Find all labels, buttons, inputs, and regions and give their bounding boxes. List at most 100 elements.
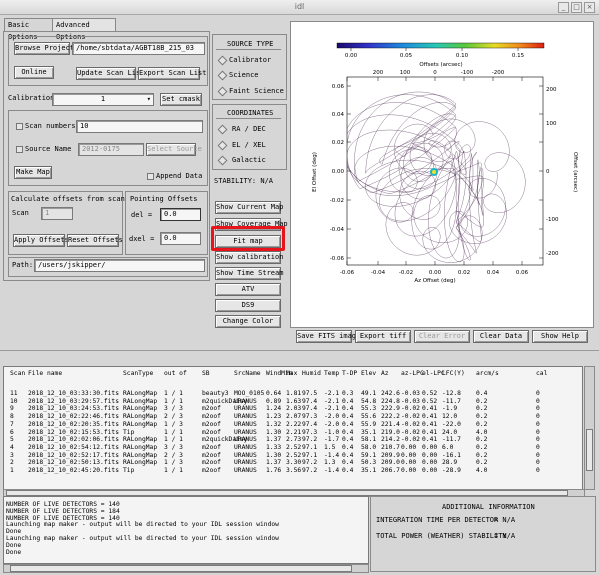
column-header[interactable]: Temp: [324, 370, 339, 377]
column-header[interactable]: cal: [536, 370, 547, 377]
table-row[interactable]: 4 2018_12_10_02:54:12.fits RALongMap 3 / 3 m…: [4, 444, 582, 452]
reset-offsets-button[interactable]: Reset Offsets: [67, 234, 123, 247]
path-input[interactable]: /users/jskipper/: [34, 259, 205, 272]
tab-advanced-options[interactable]: Advanced Options: [52, 18, 116, 41]
ds9-button[interactable]: DS9: [215, 299, 281, 312]
export-tiff-button[interactable]: Export tiff: [355, 330, 411, 343]
column-header[interactable]: LFC(Y): [442, 370, 465, 377]
save-fits-image-button[interactable]: Save FITS image: [296, 330, 360, 343]
table-cell: 0.41: [422, 405, 438, 413]
table-row[interactable]: 10 2018_12_10_03:29:57.fits RALongMap 1 / 1…: [4, 398, 582, 406]
atv-button[interactable]: ATV: [215, 283, 281, 296]
online-button[interactable]: Online: [14, 66, 54, 79]
source-name-input[interactable]: 2012-0175: [78, 143, 144, 156]
table-cell: 2.07: [286, 413, 302, 421]
column-header[interactable]: Elev: [361, 370, 376, 377]
log-horizontal-scrollbar[interactable]: [3, 564, 369, 573]
table-row[interactable]: 5 2018_12_10_02:02:06.fits RALongMap 1 / 1m…: [4, 436, 582, 444]
clear-error-button[interactable]: Clear Error: [414, 330, 470, 343]
column-header[interactable]: File name: [28, 370, 62, 377]
table-cell: 2018_12_10_02:54:12.fits: [28, 443, 119, 451]
table-cell: 0.4: [342, 467, 354, 474]
column-header[interactable]: SrcName: [234, 370, 261, 377]
make-map-button[interactable]: Make Map: [14, 166, 52, 179]
table-cell: beauty3: [202, 390, 229, 397]
divider: [216, 49, 281, 50]
table-cell: 1 / 1: [164, 428, 183, 436]
scan-numbers-label: Scan numbers: [25, 122, 76, 130]
scan-table[interactable]: Scan File name ScanType out of SB SrcName Wind…: [3, 366, 583, 490]
table-cell: m2oof: [202, 420, 221, 428]
minimize-icon[interactable]: _: [558, 2, 569, 13]
column-header[interactable]: SB: [202, 370, 210, 377]
set-cmask-button[interactable]: Set cmask: [160, 93, 202, 106]
table-cell: -2.0: [324, 420, 340, 428]
table-cell: 1.5: [324, 443, 336, 451]
divider: [216, 118, 281, 119]
dxel-input[interactable]: 0.0: [160, 232, 201, 245]
update-scan-list-button[interactable]: Update Scan List: [76, 67, 144, 80]
colorbar-tick-label: 0.15: [512, 53, 525, 59]
log-output[interactable]: NUMBER OF LIVE DETECTORS = 140 NUMBER OF…: [3, 496, 369, 564]
maximize-icon[interactable]: □: [571, 2, 582, 13]
table-cell: 2018_12_10_02:22:46.fits: [28, 413, 119, 421]
colorbar-ticks: [350, 48, 519, 51]
calibration-select[interactable]: 1 ▾: [52, 93, 154, 106]
show-time-stream-button[interactable]: Show Time Stream: [215, 267, 283, 280]
del-input[interactable]: 0.0: [160, 208, 201, 221]
scan-numbers-input[interactable]: 10: [76, 120, 203, 133]
table-cell: 58.0: [361, 443, 377, 451]
column-header[interactable]: Scan: [10, 370, 25, 377]
table-row[interactable]: 6 2018_12_10_02:15:53.fits Tip 1 / 1 m2oof UR…: [4, 429, 582, 437]
project-path-field[interactable]: /home/sbtdata/AGBT18B_215_03: [72, 42, 205, 55]
clear-data-button[interactable]: Clear Data: [473, 330, 529, 343]
show-calibration-button[interactable]: Show calibration: [215, 251, 283, 264]
source-name-checkbox[interactable]: [16, 146, 23, 153]
show-help-button[interactable]: Show Help: [532, 330, 588, 343]
column-header[interactable]: T-DP: [342, 370, 357, 377]
table-cell: 0.4: [342, 443, 354, 451]
table-row[interactable]: 1 2018_12_10_02:45:20.fits Tip 1 / 1 m2oof UR…: [4, 467, 582, 475]
table-cell: 0.2: [476, 459, 488, 467]
table-cell: m2oof: [202, 451, 221, 459]
table-cell: Tip: [123, 467, 135, 474]
column-header[interactable]: Humid: [302, 370, 321, 377]
column-header[interactable]: arcm/s: [476, 370, 499, 377]
table-cell: URANUS: [234, 443, 257, 451]
table-cell: 206.7: [381, 467, 400, 474]
table-cell: 97.2: [302, 467, 318, 474]
table-row[interactable]: 11 2018_12_10_03:33:30.fits RALongMap 1 / 1…: [4, 390, 582, 398]
column-header[interactable]: ScanType: [123, 370, 153, 377]
export-scan-list-button[interactable]: Export Scan List: [138, 67, 206, 80]
scan-numbers-checkbox[interactable]: [16, 123, 23, 130]
scrollbar-thumb[interactable]: [586, 429, 593, 471]
apply-offsets-button[interactable]: Apply Offsets: [13, 234, 69, 247]
column-header[interactable]: out of: [164, 370, 187, 377]
table-cell: 4.0: [476, 467, 488, 474]
table-row[interactable]: 8 2018_12_10_02:22:46.fits RALongMap 2 / 3 m…: [4, 413, 582, 421]
table-row[interactable]: 9 2018_12_10_03:24:53.fits RALongMap 3 / 3 m…: [4, 405, 582, 413]
table-cell: 97.1: [302, 443, 318, 451]
table-row[interactable]: 2 2018_12_10_02:50:13.fits RALongMap 1 / 3 m…: [4, 459, 582, 467]
scrollbar-thumb[interactable]: [10, 565, 352, 572]
offset-scan-input[interactable]: 1: [41, 207, 73, 220]
fit-map-highlight: [211, 226, 285, 251]
select-source-button[interactable]: Select Source: [146, 143, 202, 156]
table-cell: 0.2: [476, 451, 488, 459]
table-vertical-scrollbar[interactable]: [584, 366, 595, 490]
table-row[interactable]: 3 2018_12_10_02:52:17.fits RALongMap 2 / 3 m…: [4, 452, 582, 460]
show-current-map-button[interactable]: Show Current Map: [215, 201, 283, 214]
table-row[interactable]: 7 2018_12_10_02:20:35.fits RALongMap 1 / 3 m…: [4, 421, 582, 429]
table-cell: 3 / 3: [164, 443, 183, 451]
column-header[interactable]: az-LPC: [401, 370, 424, 377]
change-color-button[interactable]: Change Color: [215, 315, 281, 328]
append-data-checkbox[interactable]: [147, 173, 154, 180]
tab-basic-options[interactable]: Basic Options: [4, 18, 56, 41]
browse-projects-button[interactable]: Browse Projects: [14, 42, 78, 55]
table-cell: 3: [10, 451, 14, 459]
close-icon[interactable]: ×: [584, 2, 595, 13]
left-tick-label: 0.02: [332, 140, 344, 146]
column-header[interactable]: Az: [381, 370, 389, 377]
column-header[interactable]: Max: [286, 370, 297, 377]
bottom-axis-title: Az Offset (deg): [414, 278, 455, 284]
